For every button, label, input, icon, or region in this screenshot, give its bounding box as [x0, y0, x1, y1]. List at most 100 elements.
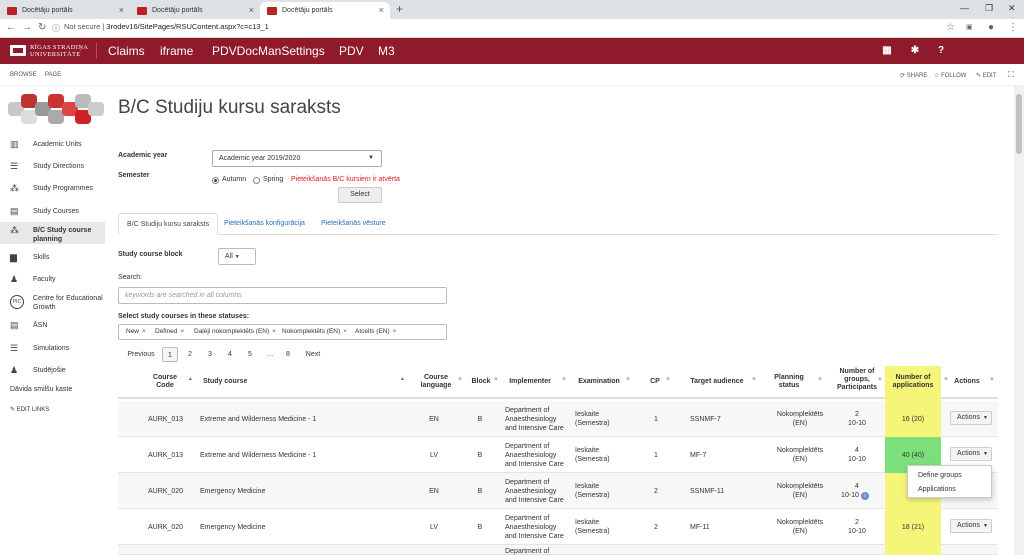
sort-icon[interactable]: ◆ [878, 376, 882, 382]
remove-icon[interactable]: × [180, 328, 184, 335]
scrollbar-thumb[interactable] [1016, 94, 1022, 154]
browser-tab[interactable]: Docētāju portāls × [130, 2, 260, 19]
browser-tab-active[interactable]: Docētāju portāls × [260, 2, 390, 19]
ribbon-page[interactable]: PAGE [45, 72, 61, 78]
col-planning-status[interactable]: Planning status [768, 374, 810, 390]
sort-icon[interactable]: ◆ [626, 376, 630, 382]
col-language[interactable]: Course language [416, 374, 456, 390]
remove-icon[interactable]: × [343, 328, 347, 335]
col-cp[interactable]: CP [648, 378, 662, 386]
sort-icon[interactable]: ◆ [990, 376, 994, 382]
star-icon[interactable]: ☆ [946, 22, 955, 33]
back-icon[interactable]: ← [6, 22, 16, 33]
remove-icon[interactable]: × [272, 328, 276, 335]
maximize-icon[interactable]: ❐ [985, 3, 993, 14]
info-icon[interactable]: i [860, 492, 869, 500]
col-examination[interactable]: Examination [576, 378, 622, 386]
status-chip[interactable]: Atcelts (EN) × [355, 328, 396, 335]
share-icon: ⟳ [900, 73, 906, 79]
sort-icon[interactable]: ◆ [752, 376, 756, 382]
url-field[interactable]: Not secure | 3rodev16/SitePages/RSUConte… [64, 22, 269, 31]
select-button[interactable]: Select [338, 187, 382, 203]
col-course-code[interactable]: Course Code [146, 374, 184, 390]
col-groups[interactable]: Number of groups, Participants [830, 368, 884, 392]
cell-applications[interactable]: 18 (21) [885, 523, 941, 532]
page-4[interactable]: 4 [222, 347, 238, 362]
page-3[interactable]: 3 [202, 347, 218, 362]
sort-asc-icon[interactable]: ▲ [400, 376, 405, 382]
status-chip[interactable]: Nokomplektēts (EN) × [282, 328, 347, 335]
extension-icon[interactable]: ▣ [966, 23, 973, 31]
edit-links[interactable]: ✎ EDIT LINKS [10, 406, 49, 413]
focus-icon[interactable]: ⛶ [1008, 70, 1014, 80]
network-icon: ⁂ [10, 225, 19, 235]
block-select[interactable]: All ▼ [218, 248, 256, 265]
menu-icon[interactable]: ⋮ [1008, 22, 1018, 33]
tab-course-list[interactable]: B/C Studiju kursu saraksts [118, 213, 219, 235]
chevron-down-icon: ▼ [982, 415, 988, 421]
col-block[interactable]: Block [470, 378, 492, 386]
cell-applications[interactable]: 40 (40) [885, 451, 941, 460]
page-5[interactable]: 5 [242, 347, 258, 362]
new-tab-icon[interactable]: + [396, 2, 403, 17]
sort-asc-icon[interactable]: ▲ [188, 376, 193, 382]
ribbon-browse[interactable]: BROWSE [10, 72, 37, 78]
menu-define-groups[interactable]: Define groups [918, 472, 962, 479]
close-icon[interactable]: × [379, 2, 384, 19]
browser-tab[interactable]: Docētāju portāls × [0, 2, 130, 19]
page-1[interactable]: 1 [162, 347, 178, 362]
status-chip[interactable]: Defined × [155, 328, 184, 335]
minimize-icon[interactable]: — [960, 3, 969, 13]
topnav-pdv[interactable]: PDV [339, 44, 364, 58]
tab-config[interactable]: Pieteikšanās konfigurācija [216, 213, 313, 235]
tab-history[interactable]: Pieteikšanās vēsture [313, 213, 394, 235]
reload-icon[interactable]: ↻ [38, 22, 46, 33]
autumn-radio[interactable] [212, 177, 219, 184]
sort-icon[interactable]: ◆ [458, 376, 462, 382]
remove-icon[interactable]: × [393, 328, 397, 335]
forward-icon[interactable]: → [22, 22, 32, 33]
sort-icon[interactable]: ◆ [818, 376, 822, 382]
gear-icon[interactable]: ✱ [902, 38, 928, 64]
app-launcher-icon[interactable]: ▦ [874, 38, 900, 64]
edit-button[interactable]: ✎ EDIT [976, 72, 996, 79]
status-chip[interactable]: New × [126, 328, 146, 335]
page-previous[interactable]: Previous [126, 347, 156, 362]
university-logo[interactable]: RĪGAS STRADIŅA UNIVERSITĀTE [10, 43, 98, 59]
academic-year-select[interactable]: Academic year 2019/2020 ▼ [212, 150, 382, 167]
topnav-pdvdocmansettings[interactable]: PDVDocManSettings [212, 44, 325, 58]
status-filter[interactable]: New × Defined × Daļēji nokomplektēts (EN) ×… [118, 324, 447, 340]
actions-button[interactable]: Actions ▼ [950, 411, 992, 425]
search-input[interactable]: keywords are searched in all columns [118, 287, 447, 304]
actions-button[interactable]: Actions ▼ [950, 519, 992, 533]
topnav-m3[interactable]: M3 [378, 44, 395, 58]
sort-icon[interactable]: ◆ [562, 376, 566, 382]
page-scrollbar[interactable] [1014, 86, 1024, 555]
close-icon[interactable]: × [119, 2, 124, 19]
info-icon[interactable]: ⓘ [52, 23, 60, 34]
topnav-iframe[interactable]: iframe [160, 44, 193, 58]
col-target-audience[interactable]: Target audience [688, 378, 746, 386]
col-study-course[interactable]: Study course [203, 378, 247, 386]
sort-icon[interactable]: ◆ [944, 376, 948, 382]
actions-button[interactable]: Actions ▼ [950, 447, 992, 461]
page-2[interactable]: 2 [182, 347, 198, 362]
remove-icon[interactable]: × [142, 328, 146, 335]
cell-applications[interactable]: 16 (20) [885, 415, 941, 424]
follow-button[interactable]: ☆ FOLLOW [934, 72, 966, 79]
help-icon[interactable]: ? [928, 38, 954, 64]
status-chip[interactable]: Daļēji nokomplektēts (EN) × [194, 328, 276, 335]
sort-icon[interactable]: ◆ [666, 376, 670, 382]
share-button[interactable]: ⟳ SHARE [900, 72, 927, 79]
close-icon[interactable]: × [249, 2, 254, 19]
col-implementer[interactable]: Implementer [506, 378, 554, 386]
profile-icon[interactable]: ● [988, 22, 994, 33]
page-next[interactable]: Next [302, 347, 324, 362]
sort-icon[interactable]: ◆ [494, 376, 498, 382]
close-window-icon[interactable]: ✕ [1008, 3, 1016, 14]
spring-radio[interactable] [253, 177, 260, 184]
topnav-claims[interactable]: Claims [108, 44, 145, 58]
page-8[interactable]: 8 [280, 347, 296, 362]
menu-applications[interactable]: Applications [918, 486, 956, 493]
table-row[interactable] [118, 545, 998, 555]
